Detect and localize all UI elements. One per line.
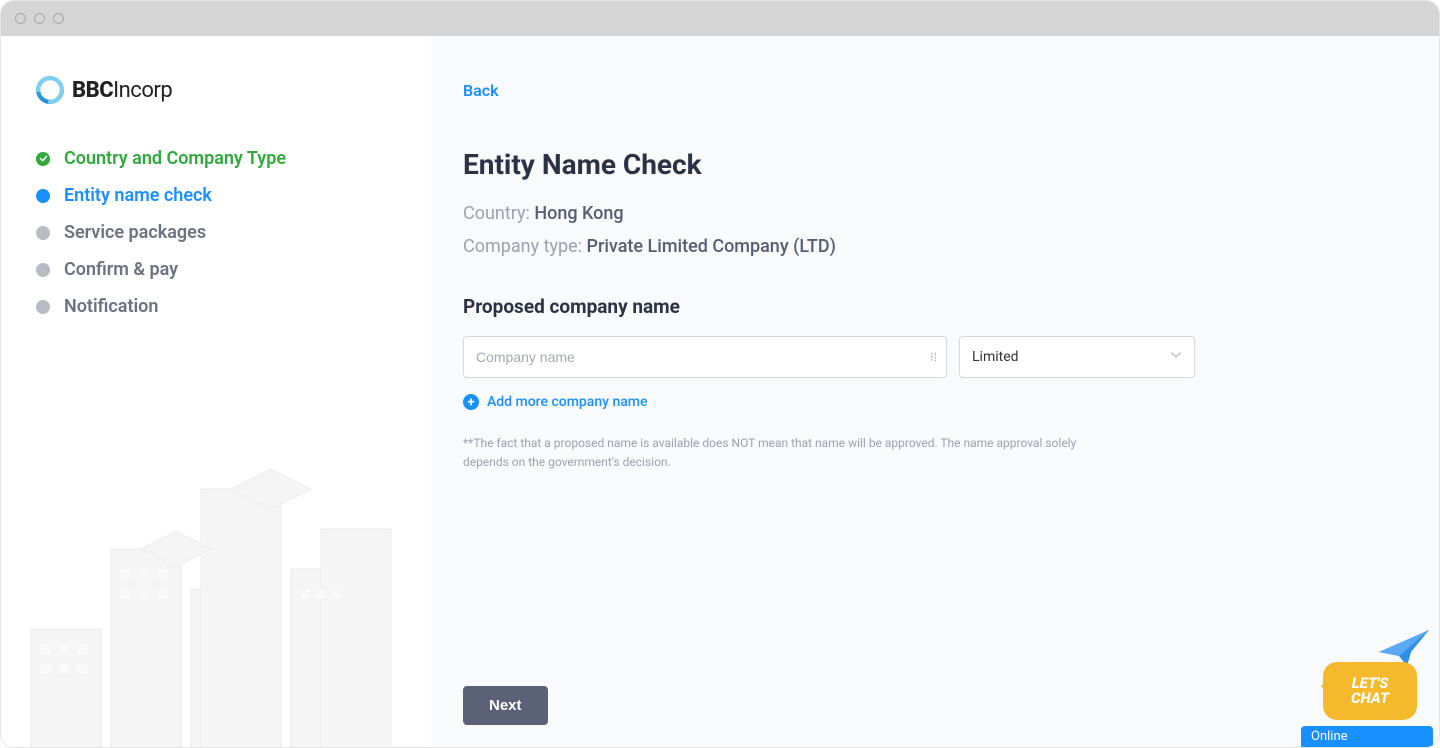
back-link[interactable]: Back <box>463 81 499 100</box>
add-more-company-name[interactable]: + Add more company name <box>463 394 648 410</box>
check-icon <box>36 152 50 166</box>
company-name-input[interactable] <box>463 336 947 378</box>
plus-circle-icon: + <box>463 394 479 410</box>
suffix-selected-label: Limited <box>972 349 1019 365</box>
city-illustration <box>1 459 421 748</box>
app-window: BBCIncorp Country and Company Type Entit… <box>0 0 1440 748</box>
chevron-down-icon <box>1170 349 1182 365</box>
app-body: BBCIncorp Country and Company Type Entit… <box>1 36 1439 748</box>
chat-widget[interactable]: LET'S CHAT Online <box>1301 662 1431 748</box>
step-label: Entity name check <box>64 185 212 206</box>
country-value: Hong Kong <box>534 203 623 224</box>
chat-line2: CHAT <box>1351 691 1389 706</box>
brand-name: BBCIncorp <box>72 78 172 103</box>
main-content: Back Entity Name Check Country: Hong Kon… <box>431 36 1439 748</box>
dot-icon <box>36 226 50 240</box>
company-type-label: Company type: <box>463 236 586 257</box>
company-name-input-wrap: ⁝⁞ <box>463 336 947 378</box>
step-label: Notification <box>64 296 158 317</box>
step-label: Service packages <box>64 222 206 243</box>
window-titlebar <box>1 1 1439 36</box>
step-country-company-type[interactable]: Country and Company Type <box>36 148 431 169</box>
chat-status: Online <box>1301 726 1433 748</box>
sidebar: BBCIncorp Country and Company Type Entit… <box>1 36 431 748</box>
step-service-packages[interactable]: Service packages <box>36 222 431 243</box>
dot-icon <box>36 189 50 203</box>
company-type-value: Private Limited Company (LTD) <box>586 236 835 257</box>
company-name-row: ⁝⁞ Limited <box>463 336 1439 378</box>
proposed-name-heading: Proposed company name <box>463 295 1439 318</box>
company-suffix-select[interactable]: Limited <box>959 336 1195 378</box>
window-control-close[interactable] <box>15 13 26 24</box>
progress-steps: Country and Company Type Entity name che… <box>36 148 431 317</box>
add-more-label: Add more company name <box>487 394 648 410</box>
window-control-minimize[interactable] <box>34 13 45 24</box>
country-row: Country: Hong Kong <box>463 203 1439 224</box>
dot-icon <box>36 263 50 277</box>
step-label: Country and Company Type <box>64 148 286 169</box>
dot-icon <box>36 300 50 314</box>
next-button[interactable]: Next <box>463 686 548 725</box>
step-confirm-pay[interactable]: Confirm & pay <box>36 259 431 280</box>
page-title: Entity Name Check <box>463 148 1439 181</box>
disclaimer-text: **The fact that a proposed name is avail… <box>463 434 1083 472</box>
brand-mark-icon <box>36 76 64 104</box>
step-notification[interactable]: Notification <box>36 296 431 317</box>
chat-bubble[interactable]: LET'S CHAT <box>1323 662 1417 720</box>
step-entity-name-check[interactable]: Entity name check <box>36 185 431 206</box>
country-label: Country: <box>463 203 534 224</box>
brand-logo: BBCIncorp <box>36 76 431 104</box>
step-label: Confirm & pay <box>64 259 178 280</box>
window-control-zoom[interactable] <box>53 13 64 24</box>
company-type-row: Company type: Private Limited Company (L… <box>463 236 1439 257</box>
